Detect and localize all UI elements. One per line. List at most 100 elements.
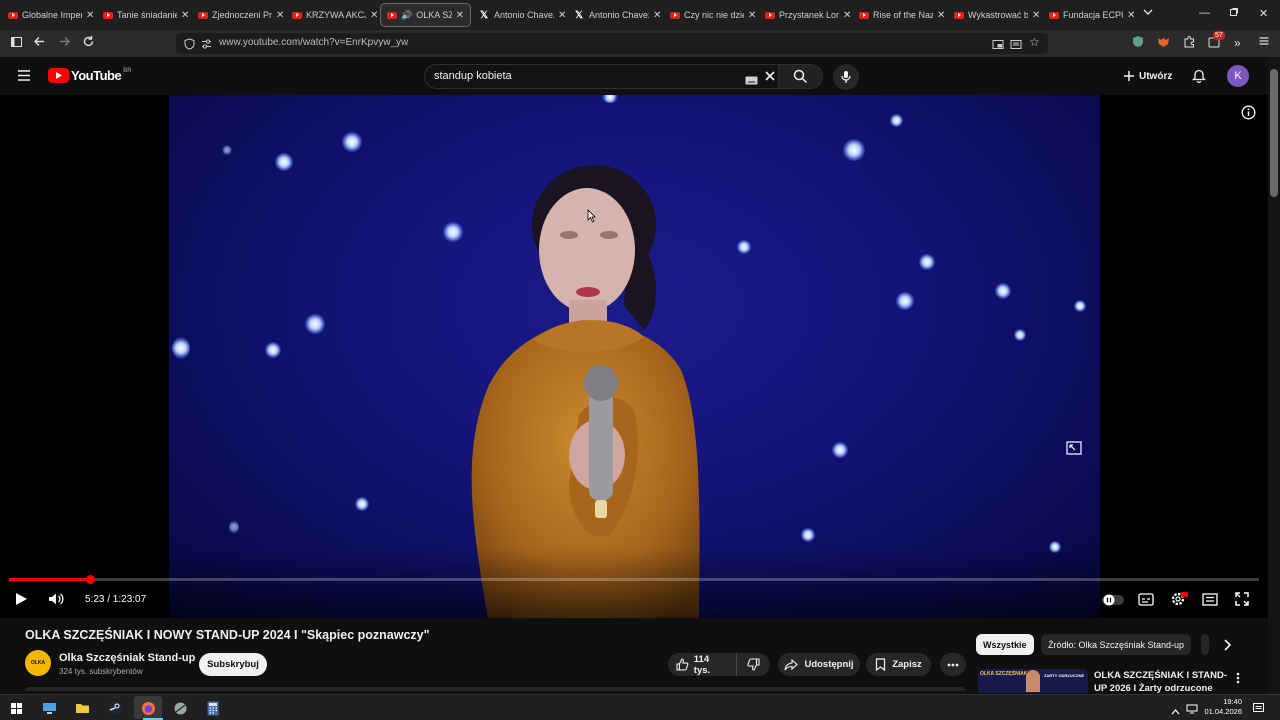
progress-scrubber[interactable]: [86, 575, 95, 584]
close-icon[interactable]: ✕: [276, 10, 284, 21]
settings-gear-icon[interactable]: [1170, 591, 1188, 612]
close-icon[interactable]: ✕: [558, 10, 566, 21]
related-more-vertical-icon[interactable]: [1236, 671, 1240, 689]
steam-icon[interactable]: [106, 699, 124, 717]
volume-icon[interactable]: [48, 592, 65, 611]
more-actions-button[interactable]: [940, 653, 966, 676]
channel-avatar[interactable]: OLKA: [25, 650, 51, 676]
forward-icon[interactable]: [58, 35, 71, 52]
system-clock[interactable]: 19:40 01.04.2026: [1202, 697, 1242, 717]
close-icon[interactable]: ✕: [937, 10, 945, 21]
page-scrollbar[interactable]: [1268, 57, 1280, 698]
maximize-icon[interactable]: [1229, 7, 1239, 20]
progress-bar[interactable]: [9, 575, 1259, 584]
browser-tab[interactable]: Przystanek Lom ✕: [765, 3, 851, 27]
video-player[interactable]: 5:23 / 1:23:07: [0, 95, 1268, 618]
youtube-logo[interactable]: YouTube BR: [48, 68, 132, 83]
sidebar-toggle-icon[interactable]: [10, 35, 23, 52]
fox-extension-icon[interactable]: [1157, 35, 1170, 52]
search-input[interactable]: standup kobieta: [434, 70, 512, 82]
address-bar[interactable]: www.youtube.com/watch?v=EnrKpvyw_yw ☆: [176, 33, 1048, 54]
autoplay-toggle-icon[interactable]: [1102, 593, 1124, 611]
related-video-title[interactable]: OLKA SZCZĘŚNIAK I STAND-UP 2026 I Żarty …: [1094, 669, 1234, 695]
keyboard-icon[interactable]: [745, 72, 758, 90]
overflow-chevron-icon[interactable]: »: [1234, 35, 1241, 51]
browser-tab[interactable]: 𝕏 Antonio Chavez ✕: [575, 3, 661, 27]
menu-icon[interactable]: [1258, 35, 1270, 51]
browser-tab[interactable]: KRZYWA AKCJA ✕: [292, 3, 378, 27]
chip-next-chevron-icon[interactable]: [1222, 638, 1232, 657]
chip-all[interactable]: Wszystkie: [976, 634, 1034, 655]
calculator-icon[interactable]: [204, 699, 222, 717]
file-explorer-icon[interactable]: [73, 699, 91, 717]
subscribe-button[interactable]: Subskrybuj: [199, 653, 267, 676]
tray-chevron-up-icon[interactable]: [1171, 702, 1180, 720]
extensions-puzzle-icon[interactable]: [1183, 35, 1196, 52]
close-icon[interactable]: ✕: [1127, 10, 1135, 21]
expand-frame-icon[interactable]: [1066, 441, 1082, 460]
info-icon[interactable]: [1241, 105, 1256, 125]
vpn-shield-extension-icon[interactable]: [1132, 35, 1144, 52]
browser-tab[interactable]: Rise of the Nazi ✕: [859, 3, 945, 27]
clear-search-icon[interactable]: [764, 69, 776, 88]
permissions-icon[interactable]: [201, 37, 212, 55]
shield-icon[interactable]: [184, 37, 195, 55]
url-text[interactable]: www.youtube.com/watch?v=EnrKpvyw_yw: [219, 37, 408, 48]
like-button[interactable]: 114 tys.: [668, 653, 737, 676]
play-icon[interactable]: [14, 592, 28, 611]
close-icon[interactable]: ✕: [181, 10, 189, 21]
back-icon[interactable]: [33, 35, 46, 52]
share-button[interactable]: Udostępnij: [778, 653, 860, 676]
account-avatar[interactable]: K: [1227, 65, 1249, 87]
close-icon[interactable]: ✕: [370, 10, 378, 21]
close-icon[interactable]: ✕: [653, 10, 661, 21]
create-button[interactable]: Utwórz: [1115, 65, 1180, 87]
close-window-icon[interactable]: ✕: [1259, 7, 1268, 20]
related-video-thumbnail[interactable]: OLKA SZCZĘŚNIAK ŻARTY ODRZUCONE: [978, 669, 1088, 693]
browser-tab[interactable]: Tanie śniadanie ✕: [103, 3, 189, 27]
speaker-icon[interactable]: 🔊: [401, 10, 412, 21]
bookmark-star-icon[interactable]: ☆: [1029, 35, 1040, 49]
firefox-icon[interactable]: [139, 699, 157, 717]
notifications-tray-icon[interactable]: [1253, 701, 1264, 719]
close-icon[interactable]: ✕: [456, 10, 464, 21]
close-icon[interactable]: ✕: [748, 10, 756, 21]
browser-tab[interactable]: Czy nic nie dzie ✕: [670, 3, 756, 27]
browser-tab-active[interactable]: 🔊 OLKA SZCZ ✕: [380, 3, 471, 27]
browser-tab[interactable]: Zjednoczeni Prz ✕: [198, 3, 284, 27]
browser-tab[interactable]: Fundacja ECPU ✕: [1049, 3, 1135, 27]
browser-tab[interactable]: Globalne Imperi ✕: [8, 3, 94, 27]
microphone-icon: [841, 71, 851, 83]
fullscreen-icon[interactable]: [1235, 592, 1249, 611]
search-box[interactable]: standup kobieta: [424, 64, 823, 89]
this-pc-icon[interactable]: [40, 699, 58, 717]
chip-source-channel[interactable]: Źródło: Olka Szczęśniak Stand-up: [1041, 634, 1192, 655]
dislike-button[interactable]: [737, 653, 770, 676]
voice-search-button[interactable]: [833, 64, 859, 90]
network-tool-icon[interactable]: [171, 699, 189, 717]
close-icon[interactable]: ✕: [86, 10, 94, 21]
video-frame[interactable]: [169, 95, 1100, 618]
channel-name[interactable]: Olka Szczęśniak Stand-up: [59, 652, 195, 664]
picture-in-picture-icon[interactable]: [992, 37, 1004, 55]
description-box[interactable]: [25, 687, 965, 691]
reload-icon[interactable]: [82, 35, 95, 52]
browser-tab[interactable]: 𝕏 Antonio Chavez ✕: [480, 3, 566, 27]
close-icon[interactable]: ✕: [843, 10, 851, 21]
hamburger-menu-icon[interactable]: [17, 69, 31, 87]
chip-partial[interactable]: [1201, 634, 1209, 655]
minimize-icon[interactable]: —: [1199, 7, 1210, 19]
scrollbar-thumb[interactable]: [1270, 69, 1278, 197]
save-button[interactable]: Zapisz: [866, 653, 931, 676]
reader-view-icon[interactable]: [1010, 37, 1022, 55]
browser-tab[interactable]: Wykastrować b ✕: [954, 3, 1040, 27]
tab-list-chevron-icon[interactable]: [1142, 7, 1154, 20]
network-tray-icon[interactable]: [1186, 701, 1198, 719]
notifications-bell-icon[interactable]: [1191, 68, 1207, 88]
windows-start-icon[interactable]: [7, 699, 25, 717]
miniplayer-icon[interactable]: [1202, 593, 1218, 611]
subtitles-icon[interactable]: [1138, 593, 1154, 611]
close-icon[interactable]: ✕: [1032, 10, 1040, 21]
extension-badge-icon[interactable]: 57: [1208, 31, 1225, 53]
search-button[interactable]: [778, 65, 822, 88]
